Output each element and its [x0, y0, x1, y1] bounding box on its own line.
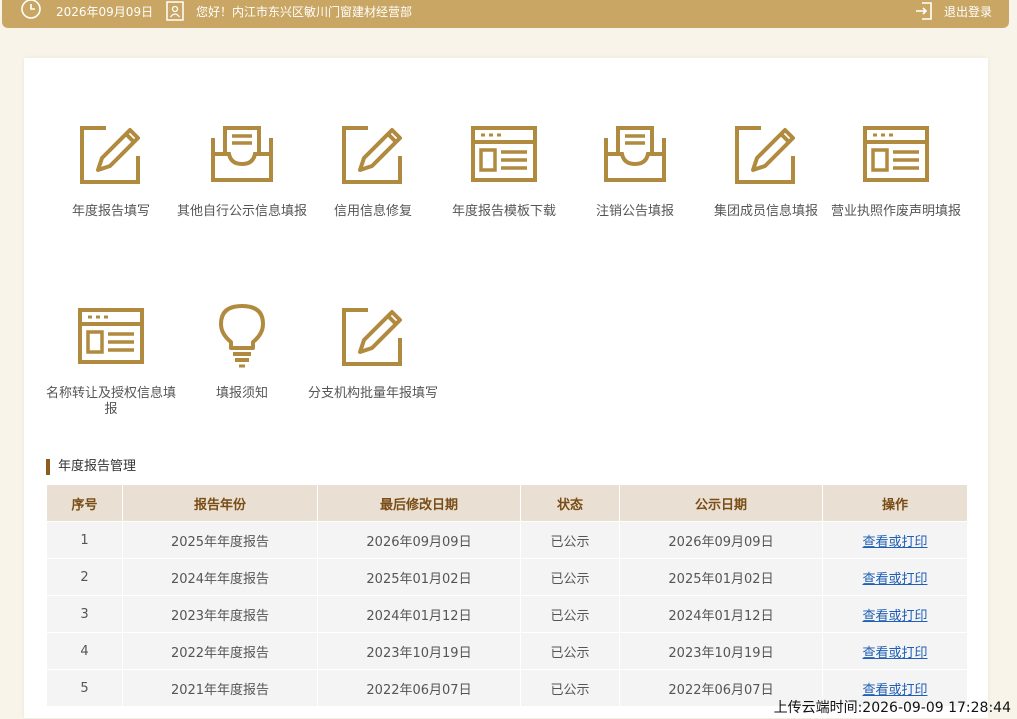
tile-label: 信用信息修复	[333, 204, 412, 219]
cell-last-modified: 2025年01月02日	[317, 558, 521, 596]
cell-action: 查看或打印	[822, 632, 968, 670]
cell-publish-date: 2025年01月02日	[619, 558, 823, 596]
tile-other-disclosure[interactable]: 其他自行公示信息填报	[172, 122, 312, 220]
tile-credit-repair[interactable]: 信用信息修复	[303, 122, 443, 220]
form-window-icon	[76, 304, 146, 368]
cell-report-year: 2021年年度报告	[122, 669, 318, 707]
cell-action: 查看或打印	[822, 558, 968, 596]
date-area: 2026年09月09日	[20, 0, 153, 22]
cell-status: 已公示	[520, 558, 620, 596]
view-print-link[interactable]: 查看或打印	[862, 572, 927, 587]
cell-report-year: 2025年年度报告	[122, 521, 318, 559]
form-window-icon	[469, 122, 539, 186]
user-badge-icon	[166, 1, 184, 21]
tile-label: 年度报告填写	[71, 204, 150, 219]
cell-index: 1	[46, 521, 123, 559]
logout-label[interactable]: 退出登录	[944, 3, 992, 20]
logout-icon	[916, 2, 932, 20]
current-date: 2026年09月09日	[56, 4, 154, 19]
cell-index: 3	[46, 595, 123, 633]
cell-index: 5	[46, 669, 123, 707]
table-row: 4 2022年年度报告 2023年10月19日 已公示 2023年10月19日 …	[46, 632, 968, 670]
table-header-row: 序号 报告年份 最后修改日期 状态 公示日期 操作	[46, 484, 968, 522]
cell-action: 查看或打印	[822, 521, 968, 559]
header-last-modified: 最后修改日期	[317, 484, 521, 522]
edit-icon	[76, 122, 146, 186]
tile-group-members[interactable]: 集团成员信息填报	[696, 122, 836, 220]
cell-status: 已公示	[520, 595, 620, 633]
tray-icon	[207, 122, 277, 186]
tray-icon	[600, 122, 670, 186]
cell-status: 已公示	[520, 521, 620, 559]
tile-cancellation-notice[interactable]: 注销公告填报	[565, 122, 705, 220]
cell-status: 已公示	[520, 669, 620, 707]
tile-name-transfer[interactable]: 名称转让及授权信息填报	[41, 304, 181, 418]
cell-report-year: 2023年年度报告	[122, 595, 318, 633]
header-status: 状态	[520, 484, 620, 522]
tile-template-download[interactable]: 年度报告模板下载	[434, 122, 574, 220]
edit-icon	[338, 304, 408, 368]
section-title: 年度报告管理	[46, 459, 136, 475]
header-action: 操作	[822, 484, 968, 522]
cell-publish-date: 2024年01月12日	[619, 595, 823, 633]
table-row: 3 2023年年度报告 2024年01月12日 已公示 2024年01月12日 …	[46, 595, 968, 633]
tile-label: 注销公告填报	[595, 204, 674, 219]
edit-icon	[338, 122, 408, 186]
tile-label: 名称转让及授权信息填报	[45, 386, 176, 417]
cell-last-modified: 2022年06月07日	[317, 669, 521, 707]
clock-icon	[21, 0, 41, 19]
tile-label: 集团成员信息填报	[713, 204, 818, 219]
header-index: 序号	[46, 484, 123, 522]
cell-index: 2	[46, 558, 123, 596]
form-window-icon	[861, 122, 931, 186]
view-print-link[interactable]: 查看或打印	[862, 683, 927, 698]
greeting-area: 您好！内江市东兴区敏川门窗建材经营部	[166, 0, 412, 22]
cell-last-modified: 2023年10月19日	[317, 632, 521, 670]
header-publish-date: 公示日期	[619, 484, 823, 522]
tile-label: 其他自行公示信息填报	[176, 204, 307, 219]
tile-label: 年度报告模板下载	[451, 204, 556, 219]
header-report-year: 报告年份	[122, 484, 318, 522]
tile-label: 分支机构批量年报填写	[307, 386, 438, 401]
tile-branch-batch-report[interactable]: 分支机构批量年报填写	[303, 304, 443, 402]
edit-icon	[731, 122, 801, 186]
tile-label: 营业执照作废声明填报	[830, 204, 961, 219]
view-print-link[interactable]: 查看或打印	[862, 535, 927, 550]
cell-index: 4	[46, 632, 123, 670]
logout-button[interactable]: 退出登录	[914, 0, 992, 22]
tile-license-void[interactable]: 营业执照作废声明填报	[826, 122, 966, 220]
cell-report-year: 2024年年度报告	[122, 558, 318, 596]
cell-publish-date: 2023年10月19日	[619, 632, 823, 670]
cell-last-modified: 2026年09月09日	[317, 521, 521, 559]
table-row: 1 2025年年度报告 2026年09月09日 已公示 2026年09月09日 …	[46, 521, 968, 559]
view-print-link[interactable]: 查看或打印	[862, 609, 927, 624]
upload-timestamp: 上传云端时间:2026-09-09 17:28:44	[773, 700, 1011, 716]
cell-publish-date: 2026年09月09日	[619, 521, 823, 559]
top-bar: 2026年09月09日 您好！内江市东兴区敏川门窗建材经营部 退出登录	[2, 0, 1009, 28]
cell-action: 查看或打印	[822, 595, 968, 633]
cell-report-year: 2022年年度报告	[122, 632, 318, 670]
greeting-text: 您好！内江市东兴区敏川门窗建材经营部	[196, 4, 413, 19]
annual-report-table: 序号 报告年份 最后修改日期 状态 公示日期 操作 1 2025年年度报告 20…	[46, 484, 968, 707]
view-print-link[interactable]: 查看或打印	[862, 646, 927, 661]
cell-last-modified: 2024年01月12日	[317, 595, 521, 633]
cell-status: 已公示	[520, 632, 620, 670]
tile-annual-report-fill[interactable]: 年度报告填写	[41, 122, 181, 220]
tile-label: 填报须知	[215, 386, 268, 401]
lightbulb-icon	[207, 304, 277, 368]
tile-filing-notice[interactable]: 填报须知	[172, 304, 312, 402]
table-row: 2 2024年年度报告 2025年01月02日 已公示 2025年01月02日 …	[46, 558, 968, 596]
